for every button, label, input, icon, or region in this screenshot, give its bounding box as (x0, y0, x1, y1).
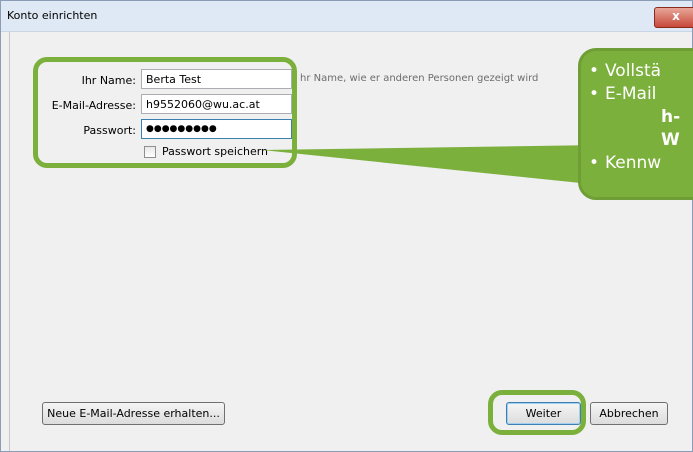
bullet-icon: • (589, 153, 600, 173)
bullet-icon: • (589, 61, 600, 81)
form-highlight-box (33, 57, 297, 168)
next-button-highlight-box (488, 390, 586, 435)
callout-line-email: • E-Mail (589, 84, 657, 104)
callout-box: • Vollstä • E-Mail h- W • Kennw (578, 48, 693, 200)
callout-line-email-detail-2: W (661, 130, 680, 150)
callout-line-password: • Kennw (589, 153, 662, 173)
callout-pointer-shape (262, 145, 600, 185)
callout-line-email-detail-1: h- (661, 107, 681, 127)
bullet-icon: • (589, 84, 600, 104)
callout-line-name: • Vollstä (589, 61, 662, 81)
